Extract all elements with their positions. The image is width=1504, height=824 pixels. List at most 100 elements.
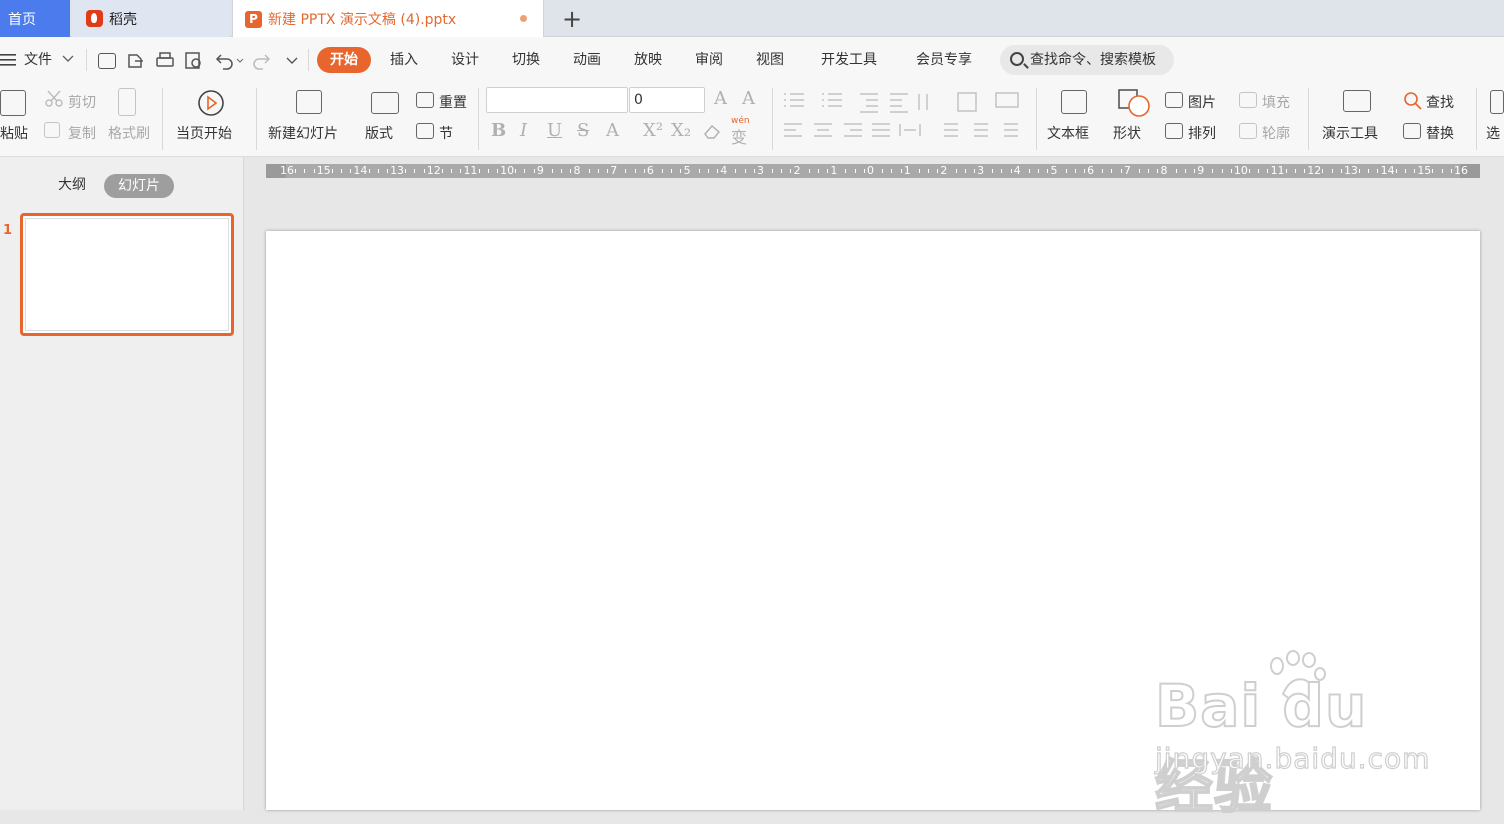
arrange-button[interactable]: 排列 — [1188, 123, 1216, 143]
tab-outline[interactable]: 大纲 — [58, 174, 86, 194]
tab-slides[interactable]: 幻灯片 — [104, 174, 174, 198]
ruler-tick — [561, 169, 563, 173]
tab-bar: 首页 稻壳 P 新建 PPTX 演示文稿 (4).pptx + — [0, 0, 1504, 38]
menu-tab-animation[interactable]: 动画 — [573, 49, 601, 69]
slide-thumbnail[interactable] — [20, 213, 234, 336]
ruler-tick — [377, 169, 379, 173]
shape-button[interactable]: 形状 — [1113, 123, 1141, 143]
ruler-tick — [928, 169, 930, 173]
print-icon[interactable] — [155, 51, 175, 71]
font-size-select[interactable]: 0 — [629, 87, 705, 113]
menu-tab-view[interactable]: 视图 — [756, 49, 784, 69]
ruler-tick — [487, 169, 489, 173]
picture-icon[interactable] — [1165, 92, 1183, 108]
presentation-tools-button[interactable]: 演示工具 — [1322, 123, 1378, 143]
print-preview-icon[interactable] — [184, 51, 204, 71]
file-chevron-down-icon[interactable] — [62, 55, 74, 63]
redo-icon[interactable] — [252, 51, 272, 71]
underline-icon[interactable]: U — [547, 120, 562, 141]
menu-tab-transition[interactable]: 切换 — [512, 49, 540, 69]
command-search-box[interactable]: 查找命令、搜索模板 — [1000, 45, 1174, 75]
ruler-tick — [698, 169, 700, 173]
export-icon[interactable] — [125, 51, 145, 71]
menu-tab-design[interactable]: 设计 — [451, 49, 479, 69]
tab-daoke[interactable]: 稻壳 — [72, 0, 230, 37]
menu-tab-review[interactable]: 审阅 — [695, 49, 723, 69]
ruler-label: 7 — [1123, 164, 1131, 177]
hamburger-icon[interactable] — [0, 53, 18, 67]
replace-button[interactable]: 替换 — [1426, 123, 1454, 143]
presentation-tools-icon[interactable] — [1343, 90, 1371, 112]
strikethrough-icon[interactable]: S — [577, 120, 589, 141]
copy-icon[interactable] — [44, 122, 60, 138]
select-button[interactable]: 选 — [1486, 123, 1500, 143]
ruler-tick — [717, 169, 719, 173]
file-menu[interactable]: 文件 — [24, 49, 52, 69]
ruler-tick — [772, 169, 774, 173]
ruler-tick — [1395, 169, 1397, 173]
pinyin-guide-icon[interactable]: 变 — [731, 124, 747, 148]
menu-tab-start[interactable]: 开始 — [317, 47, 371, 73]
outline-icon[interactable] — [1239, 123, 1257, 139]
new-tab-button[interactable]: + — [560, 0, 584, 37]
quick-access-chevron-icon[interactable] — [286, 57, 298, 65]
horizontal-ruler[interactable]: 16 15 14 13 12 11 10 9 8 7 6 5 4 3 2 1 0 1 2 3 4 5 6 7 8 9 10 11 12 1… — [266, 164, 1480, 178]
outline-button[interactable]: 轮廓 — [1262, 123, 1290, 143]
play-from-current-button[interactable]: 当页开始 — [176, 123, 232, 143]
copy-button[interactable]: 复制 — [68, 123, 96, 143]
section-button[interactable]: 节 — [439, 123, 453, 143]
italic-icon[interactable]: I — [520, 120, 527, 141]
menu-tab-insert[interactable]: 插入 — [390, 49, 418, 69]
shape-icon[interactable] — [1117, 88, 1151, 118]
play-from-current-icon[interactable] — [197, 89, 225, 117]
picture-button[interactable]: 图片 — [1188, 92, 1216, 112]
ruler-tick — [1047, 169, 1049, 173]
arrange-icon[interactable] — [1165, 123, 1183, 139]
format-painter-button[interactable]: 格式刷 — [108, 123, 150, 143]
reset-icon[interactable] — [416, 92, 434, 108]
menu-tab-member[interactable]: 会员专享 — [916, 49, 972, 69]
ruler-tick — [900, 169, 902, 173]
ruler-label: 14 — [1380, 164, 1395, 177]
layout-button[interactable]: 版式 — [365, 123, 393, 143]
ruler-tick — [1377, 169, 1379, 173]
section-icon[interactable] — [416, 123, 434, 139]
find-button[interactable]: 查找 — [1426, 92, 1454, 112]
format-painter-icon[interactable] — [118, 88, 136, 116]
layout-icon[interactable] — [371, 92, 399, 114]
fill-button[interactable]: 填充 — [1262, 92, 1290, 112]
tab-home[interactable]: 首页 — [0, 0, 70, 37]
textbox-icon[interactable] — [1061, 90, 1087, 114]
ruler-tick — [597, 169, 599, 173]
cut-icon[interactable] — [44, 90, 64, 108]
select-icon[interactable] — [1490, 90, 1504, 114]
textbox-button[interactable]: 文本框 — [1047, 123, 1089, 143]
superscript-icon[interactable]: X² — [643, 120, 663, 141]
new-slide-icon[interactable] — [296, 90, 322, 114]
increase-font-icon[interactable]: A — [714, 88, 727, 109]
paste-icon[interactable] — [0, 90, 26, 116]
ruler-tick — [643, 169, 645, 173]
menu-tab-developer[interactable]: 开发工具 — [821, 49, 877, 69]
ruler-tick — [937, 169, 939, 173]
cut-button[interactable]: 剪切 — [68, 92, 96, 112]
save-icon[interactable] — [98, 53, 116, 69]
font-color-icon[interactable]: A — [606, 120, 619, 141]
reset-button[interactable]: 重置 — [439, 92, 467, 112]
new-slide-button[interactable]: 新建幻灯片 — [268, 123, 338, 143]
bold-icon[interactable]: B — [491, 120, 506, 141]
menu-tab-slideshow[interactable]: 放映 — [634, 49, 662, 69]
font-name-select[interactable] — [486, 87, 628, 113]
decrease-font-icon[interactable]: A — [742, 88, 755, 109]
ruler-tick — [533, 169, 535, 173]
ruler-tick — [964, 169, 966, 173]
replace-icon[interactable] — [1403, 123, 1421, 139]
ruler-tick — [808, 169, 810, 173]
clear-format-icon[interactable] — [702, 122, 724, 140]
undo-icon[interactable] — [214, 51, 244, 71]
paste-button[interactable]: 粘贴 — [0, 123, 28, 143]
tab-document[interactable]: P 新建 PPTX 演示文稿 (4).pptx — [232, 0, 544, 38]
find-icon[interactable] — [1403, 91, 1423, 111]
fill-icon[interactable] — [1239, 92, 1257, 108]
subscript-icon[interactable]: X₂ — [671, 120, 691, 141]
